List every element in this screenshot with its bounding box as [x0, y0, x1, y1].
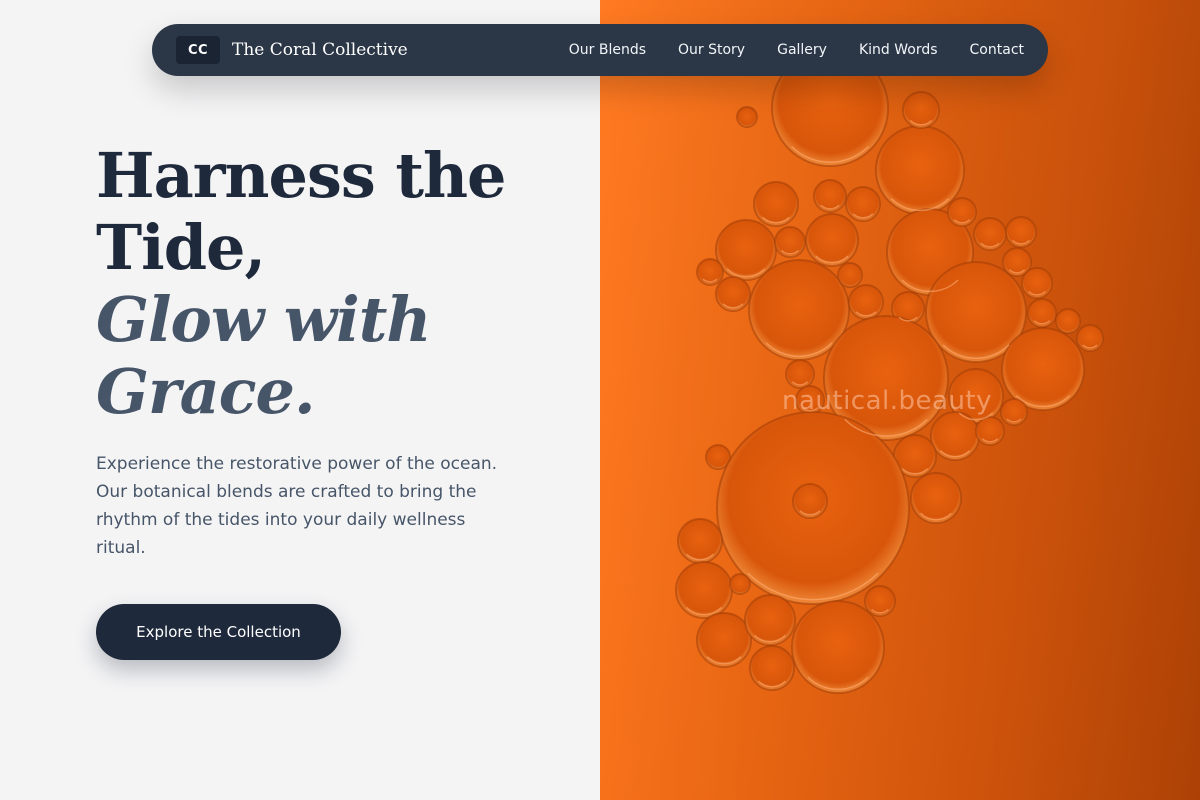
nav-link-our-story[interactable]: Our Story — [678, 42, 745, 58]
top-navbar: CC The Coral Collective Our Blends Our S… — [152, 24, 1048, 76]
hero-title-line-3: Glow with — [96, 283, 431, 356]
nav-link-kind-words[interactable]: Kind Words — [859, 42, 938, 58]
nav-link-gallery[interactable]: Gallery — [777, 42, 827, 58]
hero-section: Harness the Tide, Glow with Grace. Exper… — [96, 140, 576, 562]
explore-collection-button[interactable]: Explore the Collection — [96, 604, 341, 660]
nav-link-our-blends[interactable]: Our Blends — [569, 42, 646, 58]
brand-name[interactable]: The Coral Collective — [232, 40, 408, 60]
hero-title-line-2: Tide, — [96, 211, 266, 284]
image-watermark: nautical.beauty — [782, 386, 993, 416]
hero-title-line-1: Harness the — [96, 139, 507, 212]
nav-link-contact[interactable]: Contact — [970, 42, 1024, 58]
nav-links: Our Blends Our Story Gallery Kind Words … — [569, 42, 1024, 58]
hero-title: Harness the Tide, Glow with Grace. — [96, 140, 576, 428]
hero-title-line-4: Grace. — [96, 355, 316, 428]
logo-badge[interactable]: CC — [176, 36, 220, 64]
hero-description: Experience the restorative power of the … — [96, 454, 498, 558]
